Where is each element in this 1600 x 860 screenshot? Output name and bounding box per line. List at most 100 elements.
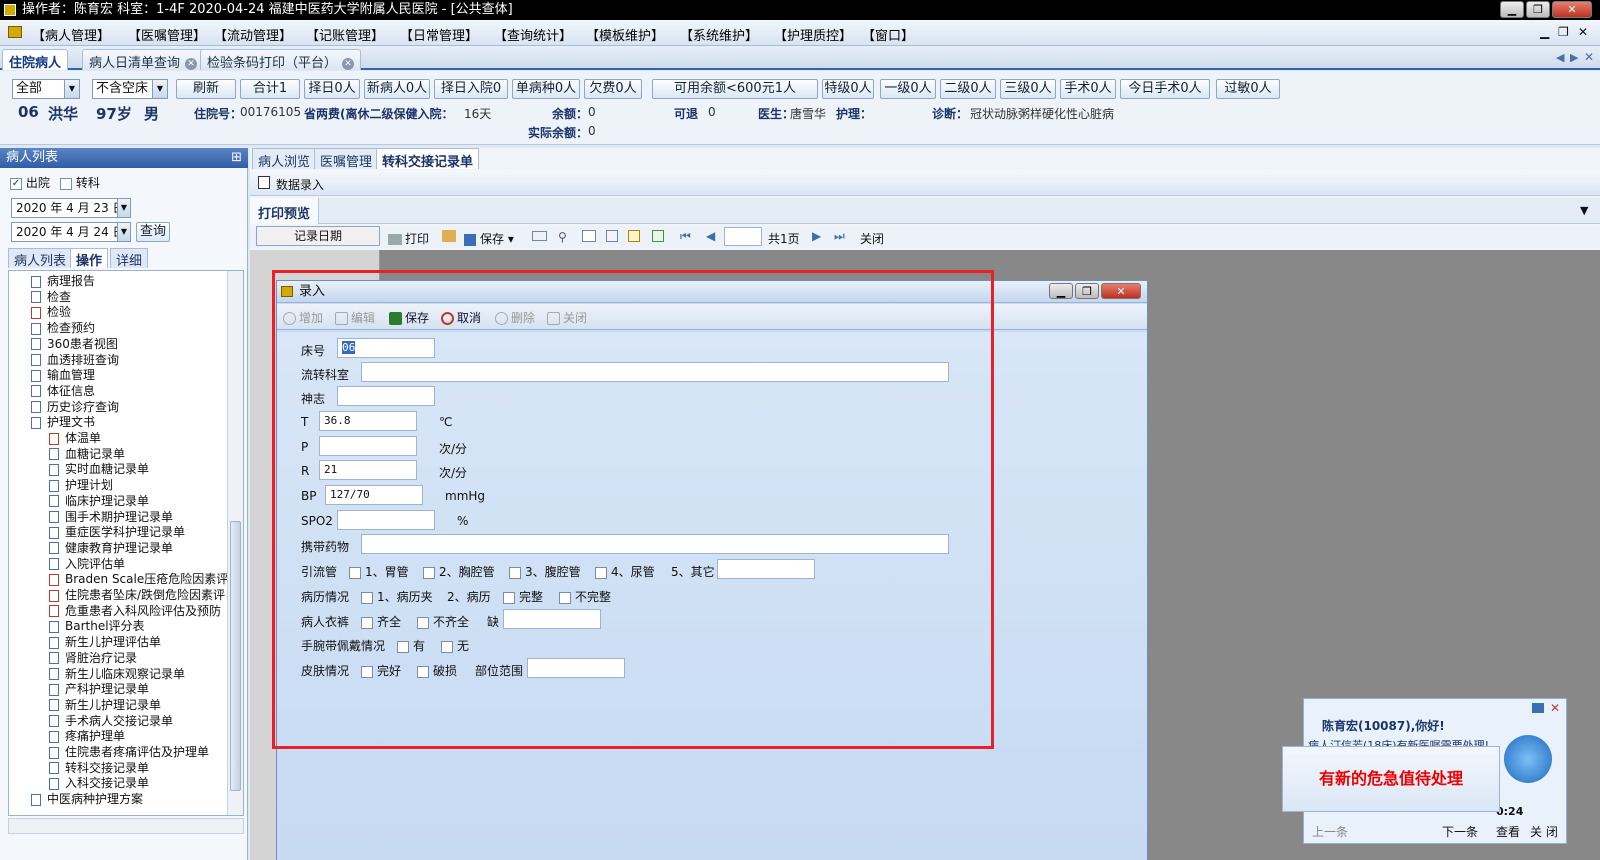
- dialog-minimize-icon[interactable]: ▁: [1049, 283, 1073, 299]
- tree-item[interactable]: Braden Scale压疮危险因素评: [49, 571, 228, 587]
- surgery-button[interactable]: 手术0人: [1060, 79, 1116, 99]
- tree-item[interactable]: 血透排班查询: [31, 352, 119, 368]
- end-date-picker[interactable]: 2020 年 4 月 24 日 ▼: [11, 222, 131, 242]
- page-number-input[interactable]: [724, 227, 762, 246]
- pin-icon[interactable]: ⊞: [231, 148, 242, 168]
- collapse-icon[interactable]: ▼: [1580, 204, 1588, 217]
- tree-item[interactable]: Barthel评分表: [49, 618, 145, 634]
- last-page-icon[interactable]: ⏭: [834, 229, 845, 244]
- start-date-picker[interactable]: 2020 年 4 月 23 日 ▼: [11, 198, 131, 218]
- popup-minimize-icon[interactable]: [1532, 703, 1544, 713]
- tree-item[interactable]: 新生儿临床观察记录单: [49, 666, 185, 682]
- zoom-icon[interactable]: [606, 230, 618, 242]
- open-folder-icon[interactable]: [442, 230, 456, 242]
- tree-item[interactable]: 新生儿护理记录单: [49, 697, 161, 713]
- tree-item[interactable]: 肾脏治疗记录: [49, 650, 137, 666]
- tree-item[interactable]: 血糖记录单: [49, 446, 125, 462]
- tree-item[interactable]: 护理计划: [49, 477, 113, 493]
- export-icon[interactable]: [652, 230, 664, 242]
- tree-item[interactable]: 产科护理记录单: [49, 681, 149, 697]
- allergy-button[interactable]: 过敏0人: [1216, 79, 1280, 99]
- mail-icon[interactable]: [532, 231, 547, 241]
- prev-link[interactable]: 上一条: [1312, 823, 1348, 840]
- menu-patient[interactable]: 【病人管理】: [32, 25, 110, 44]
- tree-item[interactable]: 入科交接记录单: [49, 775, 149, 791]
- mdi-restore-icon[interactable]: ❐: [1558, 25, 1569, 39]
- tree-item[interactable]: 疼痛护理单: [49, 728, 125, 744]
- prev-page-icon[interactable]: ◀: [706, 229, 715, 243]
- first-page-icon[interactable]: ⏮: [680, 229, 691, 244]
- tree-item[interactable]: 入院评估单: [49, 556, 125, 572]
- save-button[interactable]: 保存 ▾: [464, 230, 514, 247]
- tree-item[interactable]: 住院患者疼痛评估及护理单: [49, 744, 209, 760]
- single-disease-button[interactable]: 单病种0人: [512, 79, 580, 99]
- close-icon[interactable]: ✕: [342, 57, 355, 70]
- page-setup-icon[interactable]: [582, 230, 596, 242]
- mdi-minimize-icon[interactable]: ▁: [1540, 25, 1549, 39]
- tree-item[interactable]: 健康教育护理记录单: [49, 540, 173, 556]
- view-link[interactable]: 查看: [1496, 823, 1520, 840]
- menu-quality[interactable]: 【护理质控】: [774, 25, 852, 44]
- next-page-icon[interactable]: ▶: [812, 229, 821, 243]
- tab-lab-barcode[interactable]: 检验条码打印（平台） ✕: [200, 49, 362, 71]
- level1-button[interactable]: 一级0人: [880, 79, 936, 99]
- tree-item[interactable]: 住院患者坠床/跌倒危险因素评: [49, 587, 225, 603]
- transfer-checkbox[interactable]: 转科: [60, 174, 100, 191]
- print-button[interactable]: 打印: [388, 230, 429, 247]
- level2-button[interactable]: 二级0人: [940, 79, 996, 99]
- mdi-close-icon[interactable]: ✕: [1578, 25, 1588, 39]
- balance-button[interactable]: 可用余额<600元1人: [652, 79, 818, 99]
- menu-query[interactable]: 【查询统计】: [494, 25, 572, 44]
- tab-scroll-right-icon[interactable]: ▶: [1570, 51, 1578, 64]
- tree-scrollbar[interactable]: [227, 271, 243, 815]
- tree-item[interactable]: 体征信息: [31, 383, 95, 399]
- today-surgery-button[interactable]: 今日手术0人: [1120, 79, 1210, 99]
- tree-item[interactable]: 危重患者入科风险评估及预防: [49, 603, 221, 619]
- close-icon[interactable]: ✕: [185, 57, 198, 70]
- next-link[interactable]: 下一条: [1442, 823, 1478, 840]
- maximize-button[interactable]: ❐: [1526, 1, 1550, 18]
- critical-alert-button[interactable]: 有新的危急值待处理: [1282, 746, 1500, 812]
- dialog-close-icon[interactable]: ✕: [1101, 283, 1141, 299]
- total-button[interactable]: 合计1: [240, 79, 300, 99]
- tab-patient-list[interactable]: 病人列表: [8, 248, 73, 269]
- close-preview-button[interactable]: 关闭: [860, 230, 884, 247]
- tab-scroll-left-icon[interactable]: ◀: [1556, 51, 1564, 64]
- tree-item[interactable]: 检验: [31, 304, 71, 320]
- tree-item[interactable]: 输血管理: [31, 367, 95, 383]
- tree-item[interactable]: 围手术期护理记录单: [49, 509, 173, 525]
- data-entry-button[interactable]: 数据录入: [276, 176, 324, 193]
- scroll-thumb[interactable]: [230, 521, 241, 791]
- menu-template[interactable]: 【模板维护】: [586, 25, 664, 44]
- menu-orders[interactable]: 【医嘱管理】: [128, 25, 206, 44]
- edit-icon[interactable]: [628, 230, 640, 242]
- binoculars-icon[interactable]: ⚲: [558, 230, 567, 244]
- tab-details[interactable]: 详细: [110, 248, 149, 269]
- close-link[interactable]: 关 闭: [1530, 823, 1558, 840]
- tab-operations[interactable]: 操作: [70, 248, 109, 269]
- special-level-button[interactable]: 特级0人: [822, 79, 874, 99]
- tree-item[interactable]: 检查: [31, 289, 71, 305]
- tab-inpatient[interactable]: 住院病人: [2, 49, 69, 71]
- tree-item[interactable]: 临床护理记录单: [49, 493, 149, 509]
- select-day-button[interactable]: 择日0人: [304, 79, 360, 99]
- tab-order-management[interactable]: 医嘱管理: [314, 148, 379, 170]
- tree-hscrollbar[interactable]: [8, 818, 244, 834]
- popup-close-icon[interactable]: ✕: [1550, 701, 1560, 715]
- tree-item[interactable]: 手术病人交接记录单: [49, 713, 173, 729]
- menu-billing[interactable]: 【记账管理】: [306, 25, 384, 44]
- dialog-maximize-icon[interactable]: ❐: [1075, 283, 1099, 299]
- menu-flow[interactable]: 【流动管理】: [214, 25, 292, 44]
- tab-patient-browse[interactable]: 病人浏览: [252, 148, 317, 170]
- query-button[interactable]: 查询: [136, 222, 170, 242]
- tree-item[interactable]: 360患者视图: [31, 336, 118, 352]
- refresh-button[interactable]: 刷新: [176, 79, 236, 99]
- level3-button[interactable]: 三级0人: [1000, 79, 1056, 99]
- print-preview-tab[interactable]: 打印预览: [250, 198, 320, 224]
- menu-window[interactable]: 【窗口】: [862, 25, 914, 44]
- menu-daily[interactable]: 【日常管理】: [400, 25, 478, 44]
- tree-item[interactable]: 实时血糖记录单: [49, 461, 149, 477]
- bed-select[interactable]: 不含空床 ▼: [92, 79, 168, 99]
- tab-transfer-record[interactable]: 转科交接记录单: [376, 148, 480, 170]
- tree-item[interactable]: 护理文书: [31, 414, 95, 430]
